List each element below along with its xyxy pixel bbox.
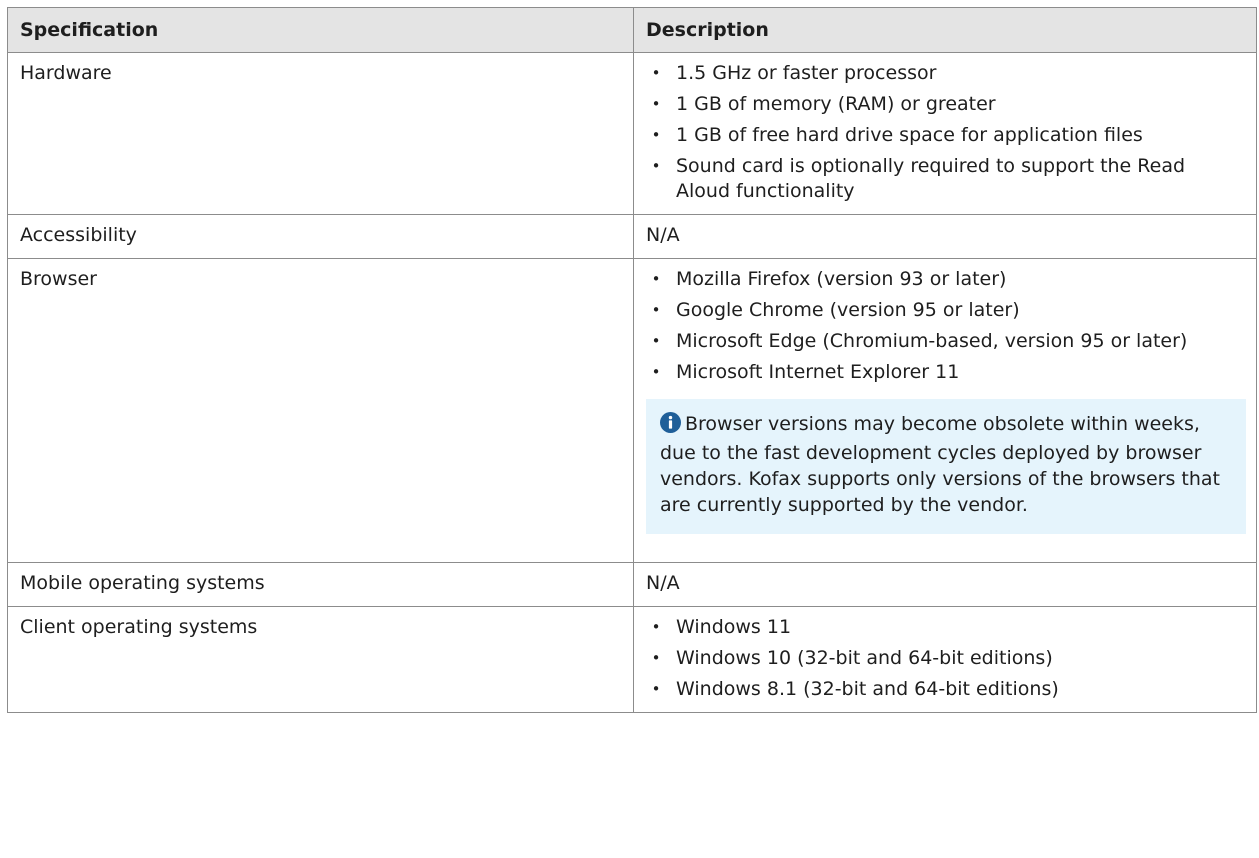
list-item-text: Microsoft Internet Explorer 11: [676, 361, 960, 383]
list-item-text: Windows 8.1 (32-bit and 64-bit editions): [676, 678, 1059, 700]
list-item-text: Microsoft Edge (Chromium-based, version …: [676, 330, 1188, 352]
list-item: • 1 GB of free hard drive space for appli…: [646, 123, 1244, 148]
bullet-icon: •: [651, 618, 661, 636]
list-item: • Microsoft Edge (Chromium-based, version…: [646, 329, 1244, 354]
description-cell-client-os: • Windows 11 • Windows 10 (32-bit and 64-b…: [633, 606, 1257, 713]
spec-cell-browser: Browser: [7, 258, 634, 563]
specification-table: Specification Description Hardware • 1.5 …: [7, 7, 1257, 713]
header-specification: Specification: [7, 7, 634, 53]
list-item: • Windows 10 (32-bit and 64-bit editions): [646, 646, 1244, 671]
header-description: Description: [633, 7, 1257, 53]
bullet-icon: •: [651, 680, 661, 698]
list-item-text: Sound card is optionally required to sup…: [676, 155, 1186, 202]
list-item-text: Windows 10 (32-bit and 64-bit editions): [676, 647, 1053, 669]
list-item: • Microsoft Internet Explorer 11: [646, 360, 1244, 385]
description-cell-browser: • Mozilla Firefox (version 93 or later) •…: [633, 258, 1257, 563]
note-text: Browser versions may become obsolete wit…: [660, 413, 1220, 516]
spec-cell-accessibility: Accessibility: [7, 214, 634, 259]
browser-note: Browser versions may become obsolete wit…: [646, 399, 1246, 534]
bullet-icon: •: [651, 649, 661, 667]
description-cell-accessibility: N/A: [633, 214, 1257, 259]
table-header-row: Specification Description: [7, 7, 1257, 53]
bullet-icon: •: [651, 270, 661, 288]
info-icon: [660, 412, 681, 440]
table-row: Hardware • 1.5 GHz or faster processor • 1…: [7, 52, 1257, 215]
list-item: • Windows 11: [646, 615, 1244, 640]
bullet-icon: •: [651, 363, 661, 381]
spec-cell-hardware: Hardware: [7, 52, 634, 215]
table-row: Mobile operating systems N/A: [7, 562, 1257, 607]
list-item: • Google Chrome (version 95 or later): [646, 298, 1244, 323]
bullet-icon: •: [651, 301, 661, 319]
bullet-icon: •: [651, 64, 661, 82]
list-item: • 1 GB of memory (RAM) or greater: [646, 92, 1244, 117]
bullet-icon: •: [651, 332, 661, 350]
description-cell-mobile-os: N/A: [633, 562, 1257, 607]
list-item-text: 1 GB of free hard drive space for applic…: [676, 124, 1143, 146]
list-item-text: 1.5 GHz or faster processor: [676, 62, 937, 84]
description-cell-hardware: • 1.5 GHz or faster processor • 1 GB of me…: [633, 52, 1257, 215]
browser-list: • Mozilla Firefox (version 93 or later) •…: [646, 267, 1244, 385]
table-row: Browser • Mozilla Firefox (version 93 or …: [7, 258, 1257, 563]
bullet-icon: •: [651, 157, 661, 175]
list-item-text: Google Chrome (version 95 or later): [676, 299, 1020, 321]
spec-cell-mobile-os: Mobile operating systems: [7, 562, 634, 607]
list-item: • Mozilla Firefox (version 93 or later): [646, 267, 1244, 292]
list-item-text: 1 GB of memory (RAM) or greater: [676, 93, 996, 115]
hardware-list: • 1.5 GHz or faster processor • 1 GB of me…: [646, 61, 1244, 204]
bullet-icon: •: [651, 95, 661, 113]
bullet-icon: •: [651, 126, 661, 144]
client-os-list: • Windows 11 • Windows 10 (32-bit and 64-b…: [646, 615, 1244, 702]
spec-cell-client-os: Client operating systems: [7, 606, 634, 713]
list-item-text: Mozilla Firefox (version 93 or later): [676, 268, 1007, 290]
table-row: Client operating systems • Windows 11 • Wi…: [7, 606, 1257, 713]
list-item-text: Windows 11: [676, 616, 792, 638]
table-row: Accessibility N/A: [7, 214, 1257, 259]
list-item: • 1.5 GHz or faster processor: [646, 61, 1244, 86]
list-item: • Sound card is optionally required to su…: [646, 154, 1244, 204]
list-item: • Windows 8.1 (32-bit and 64-bit editions…: [646, 677, 1244, 702]
